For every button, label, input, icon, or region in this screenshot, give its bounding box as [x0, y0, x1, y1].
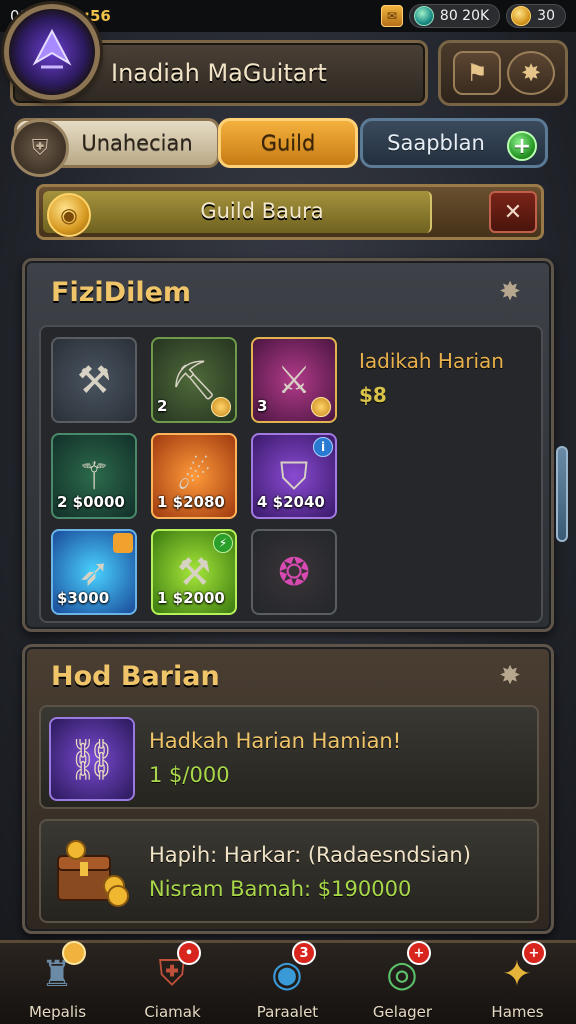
- info-icon: i: [313, 437, 333, 457]
- add-icon[interactable]: +: [507, 131, 537, 161]
- selected-item-name: Iadikah Harian: [359, 349, 504, 373]
- gear-icon[interactable]: ✸: [495, 661, 525, 691]
- player-avatar[interactable]: [4, 4, 100, 100]
- tab-label: Saapblan: [387, 131, 485, 155]
- war-hammer-icon: ⚒: [176, 550, 212, 594]
- inventory-grid: ⚒ ⛏ 2 ⚔ 3 ⚚ 2 $0000 ☄ 1 $2080 ⛉ 4 $2040 …: [39, 325, 543, 623]
- notification-badge: [62, 941, 86, 965]
- blue-orb-icon: ◉ 3: [258, 941, 316, 1001]
- selected-item-info: Iadikah Harian $8: [359, 349, 504, 407]
- offer-item[interactable]: Hapih: Harkar: (Radaesndsian) Nisram Bam…: [39, 819, 539, 923]
- offer-title: Hadkah Harian Hamian!: [149, 729, 402, 753]
- notification-badge: 3: [292, 941, 316, 965]
- green-orb-icon: ◎ +: [373, 941, 431, 1001]
- tab-saapblan[interactable]: Saapblan +: [360, 118, 548, 168]
- nav-label: Paraalet: [256, 1003, 319, 1021]
- header-actions: ⚑ ✸: [438, 40, 568, 106]
- notification-badge: +: [407, 941, 431, 965]
- nav-item-hames[interactable]: ✦ + Hames: [460, 941, 575, 1024]
- mail-icon[interactable]: ✉: [380, 5, 403, 27]
- inventory-slot-selected[interactable]: ⚔ 3: [251, 337, 337, 423]
- slot-quantity: 1 $2080: [157, 493, 225, 511]
- inventory-slot[interactable]: ☄ 1 $2080: [151, 433, 237, 519]
- shield-crest-icon: ⛨: [11, 119, 69, 177]
- notification-badge: •: [177, 941, 201, 965]
- upgrade-icon: ⚡: [213, 533, 233, 553]
- slot-quantity: 2: [157, 397, 168, 415]
- inventory-slot[interactable]: ⚒ 1 $2000 ⚡: [151, 529, 237, 615]
- offers-panel: Hod Barian ✸ ⛓ Hadkah Harian Hamian! 1 $…: [22, 644, 554, 934]
- nav-label: Ciamak: [144, 1003, 201, 1021]
- nav-label: Mepalis: [28, 1003, 87, 1021]
- nav-label: Gelager: [372, 1003, 433, 1021]
- ice-bow-icon: ➶: [78, 550, 110, 594]
- slot-quantity: $3000: [57, 589, 110, 607]
- badge-icon: [211, 397, 231, 417]
- offer-price: Nisram Bamah: $190000: [149, 877, 412, 901]
- gold-counter[interactable]: 30: [506, 4, 566, 28]
- selected-item-price: $8: [359, 383, 387, 407]
- bottom-nav: ♜ Mepalis ⛨ • Ciamak ◉ 3 Paraalet ◎ + Ge…: [0, 940, 576, 1024]
- gem-icon: [413, 6, 434, 26]
- purple-shield-icon: ⛉: [279, 453, 309, 498]
- nav-item-mepalis[interactable]: ♜ Mepalis: [0, 941, 115, 1024]
- gold-count: 30: [537, 8, 555, 24]
- offer-title: Hapih: Harkar: (Radaesndsian): [149, 843, 471, 867]
- close-icon[interactable]: ✕: [489, 191, 537, 233]
- nav-label: Hames: [491, 1003, 544, 1021]
- gear-icon: ✸: [520, 59, 542, 87]
- gold-crest-icon: ✦ +: [488, 941, 546, 1001]
- treasure-chest-icon: [49, 831, 135, 915]
- banner-icon: ⚑: [466, 59, 488, 87]
- inventory-slot[interactable]: ⛏ 2: [151, 337, 237, 423]
- gold-coin-icon: [511, 6, 532, 26]
- offer-item[interactable]: ⛓ Hadkah Harian Hamian! 1 $/000: [39, 705, 539, 809]
- gem-counter[interactable]: 80 20K: [408, 4, 501, 28]
- new-tag-icon: [113, 533, 133, 553]
- inventory-panel: FiziDilem ✸ ⚒ ⛏ 2 ⚔ 3 ⚚ 2 $0000 ☄ 1 $208…: [22, 258, 554, 632]
- inventory-slot[interactable]: ⛉ 4 $2040 i: [251, 433, 337, 519]
- gear-icon[interactable]: ✸: [495, 277, 525, 307]
- badge-icon: [311, 397, 331, 417]
- shield-icon: ⛨ •: [143, 941, 201, 1001]
- purple-gauntlet-icon: ⛓: [49, 717, 135, 801]
- slot-quantity: 3: [257, 397, 268, 415]
- inventory-title: FiziDilem: [51, 277, 192, 308]
- inventory-slot[interactable]: ⚒: [51, 337, 137, 423]
- guild-bar-label: Guild Baura: [200, 199, 324, 223]
- tab-unahecian[interactable]: ⛨ Unahecian: [11, 118, 220, 177]
- tab-label: Unahecian: [81, 131, 193, 155]
- offers-title: Hod Barian: [51, 661, 220, 692]
- inventory-slot[interactable]: ❂: [251, 529, 337, 615]
- flaming-scythe-icon: ☄: [176, 454, 212, 498]
- rune-emblem-icon: [25, 23, 79, 81]
- side-scroll-handle[interactable]: [556, 446, 568, 542]
- slot-quantity: 1 $2000: [157, 589, 225, 607]
- notification-badge: +: [522, 941, 546, 965]
- offer-price: 1 $/000: [149, 763, 230, 787]
- golden-hammer-icon: ⚔: [276, 358, 312, 402]
- nav-item-paraalet[interactable]: ◉ 3 Paraalet: [230, 941, 345, 1024]
- tab-bar: ⛨ Unahecian Guild Saapblan +: [11, 114, 548, 177]
- gem-count: 80 20K: [439, 8, 490, 24]
- nav-item-gelager[interactable]: ◎ + Gelager: [345, 941, 460, 1024]
- crossed-axes-icon: ⚒: [76, 358, 112, 402]
- nav-item-ciamak[interactable]: ⛨ • Ciamak: [115, 941, 230, 1024]
- settings-button[interactable]: ✸: [507, 51, 555, 95]
- inventory-slot[interactable]: ➶ $3000: [51, 529, 137, 615]
- player-name: Inadiah MaGuitart: [111, 59, 327, 87]
- armored-gauntlet-icon: ⛏: [169, 357, 219, 402]
- inventory-slot[interactable]: ⚚ 2 $0000: [51, 433, 137, 519]
- tab-guild[interactable]: Guild: [218, 118, 358, 168]
- castle-icon: ♜: [28, 941, 86, 1001]
- tab-label: Guild: [260, 131, 316, 155]
- banner-button[interactable]: ⚑: [453, 51, 501, 95]
- guild-progress-bar[interactable]: ◉ Guild Baura ✕: [36, 184, 544, 240]
- slot-quantity: 4 $2040: [257, 493, 325, 511]
- magic-amulet-icon: ❂: [278, 550, 310, 594]
- serpent-weapon-icon: ⚚: [76, 454, 112, 498]
- slot-quantity: 2 $0000: [57, 493, 125, 511]
